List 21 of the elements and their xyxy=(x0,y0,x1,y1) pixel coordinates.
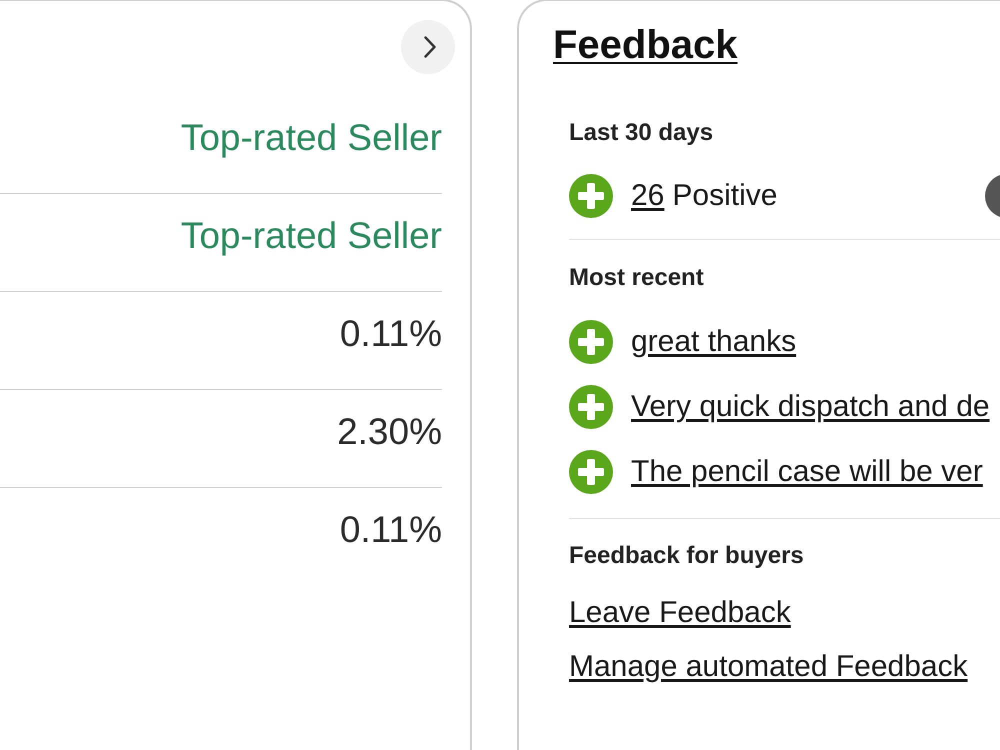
review-comment-link[interactable]: Very quick dispatch and de xyxy=(631,389,990,425)
review-comment-link[interactable]: The pencil case will be ver xyxy=(631,454,983,490)
plus-circle-icon xyxy=(569,174,613,218)
rating-label: Positive xyxy=(672,178,778,214)
count-link[interactable]: 26 xyxy=(631,174,664,218)
section-label: Last 30 days xyxy=(569,118,714,148)
metric-value: 0.11% xyxy=(340,510,442,550)
buyer-feedback-link[interactable]: Manage automated Feedback xyxy=(569,649,968,685)
metric-value: 0.11% xyxy=(340,314,442,354)
seller-status: Top-rated Seller xyxy=(180,118,442,158)
plus-circle-icon xyxy=(569,320,613,364)
section-label: Most recent xyxy=(569,263,704,293)
metric-value: 2.30% xyxy=(337,412,442,452)
section-label: Feedback for buyers xyxy=(569,541,804,571)
seller-status: Top-rated Seller xyxy=(180,216,442,256)
plus-circle-icon xyxy=(569,450,613,494)
plus-circle-icon xyxy=(569,385,613,429)
buyer-feedback-link[interactable]: Leave Feedback xyxy=(569,595,791,631)
chevron-right-icon xyxy=(424,36,436,58)
feedback-heading-link[interactable]: Feedback xyxy=(553,22,738,68)
review-comment-link[interactable]: great thanks xyxy=(631,324,796,360)
